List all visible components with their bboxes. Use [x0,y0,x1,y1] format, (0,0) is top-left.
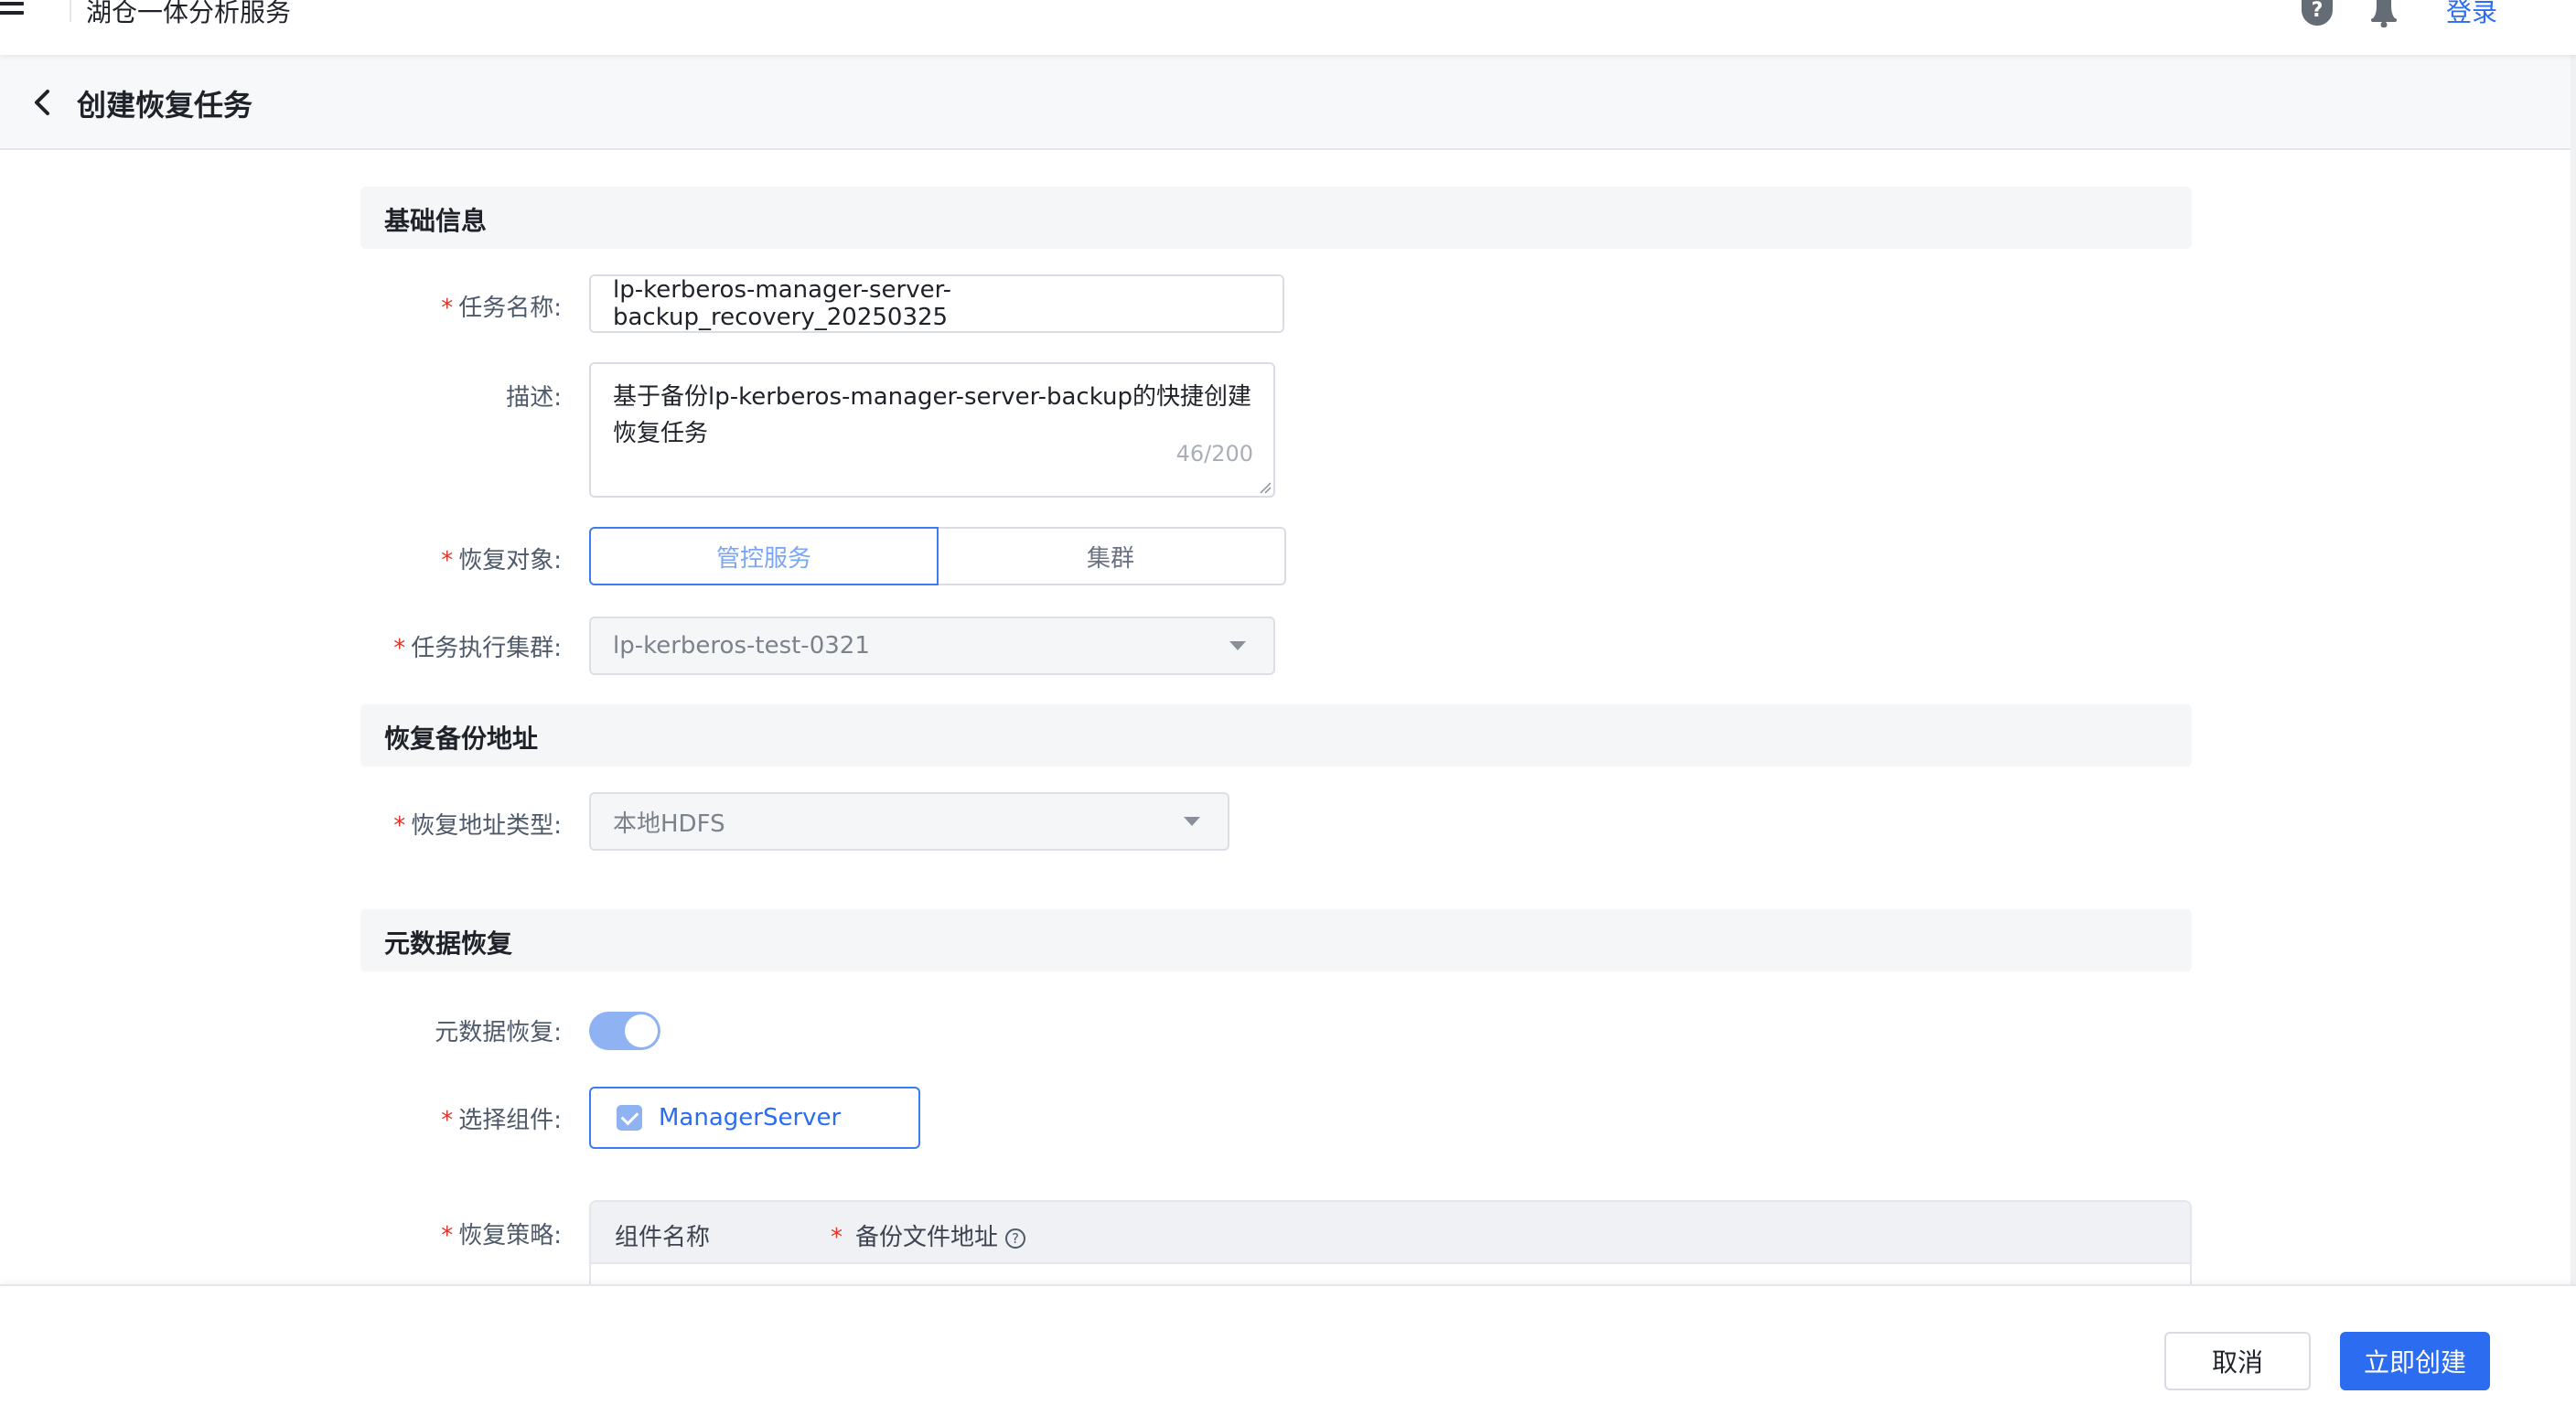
exec-cluster-label: *任务名称:任务执行集群: [393,635,562,662]
page-header: 创建恢复任务 [0,55,2576,150]
section-basic-info: 基础信息 [360,187,2192,249]
question-circle-icon[interactable]: ? [2302,0,2333,26]
hamburger-menu-icon[interactable] [0,2,24,24]
resize-grip-icon[interactable] [1259,481,1272,494]
page-title: 创建恢复任务 [77,88,253,123]
restore-target-label: * 恢复对象: [441,547,562,574]
divider [70,0,71,22]
restore-target-option-manage[interactable]: 管控服务 [589,527,939,585]
section-restore-address: 恢复备份地址 [360,704,2192,767]
metadata-restore-label: 元数据恢复: [435,1019,562,1046]
chevron-left-icon[interactable] [29,88,57,117]
caret-down-icon [1184,817,1200,826]
components-label: * 选择组件: [441,1107,562,1134]
column-header-backup-path: * 备份文件地址? [831,1218,1026,1252]
cancel-button[interactable]: 取消 [2164,1332,2311,1390]
login-link[interactable]: 登录 [2446,0,2497,29]
description-label: 描述: [506,384,562,412]
task-name-label: * 任务名称: [441,295,562,322]
strategy-label: * 恢复策略: [441,1222,562,1249]
column-header-component: 组件名称 [615,1224,711,1251]
task-name-value: lp-kerberos-manager-server-backup_recove… [613,276,951,331]
required-mark: * [441,295,454,322]
toggle-knob [625,1014,658,1047]
address-type-label: * 恢复地址类型: [393,812,562,840]
top-navbar: 湖仓一体分析服务 ? 登录 [0,0,2576,55]
exec-cluster-value: lp-kerberos-test-0321 [613,632,870,660]
address-type-select[interactable]: 本地HDFS [589,792,1229,851]
section-title: 元数据恢复 [384,928,513,959]
component-option-label: ManagerServer [659,1104,842,1132]
section-title: 基础信息 [384,206,488,236]
restore-target-option-cluster[interactable]: 集群 [937,527,1286,585]
metadata-restore-toggle[interactable] [589,1012,660,1050]
exec-cluster-select[interactable]: lp-kerberos-test-0321 [589,617,1275,675]
create-now-button[interactable]: 立即创建 [2340,1332,2490,1390]
scrollbar-track[interactable] [2571,55,2576,1284]
footer-actions: 取消 立即创建 [0,1284,2576,1405]
caret-down-icon [1229,641,1246,650]
checkbox-checked-icon[interactable] [617,1105,642,1131]
component-option-managerserver[interactable]: ManagerServer [589,1087,920,1149]
bell-icon[interactable] [2369,0,2399,28]
task-name-input[interactable]: lp-kerberos-manager-server-backup_recove… [589,274,1284,333]
description-textarea[interactable]: 基于备份lp-kerberos-manager-server-backup的快捷… [589,362,1275,498]
table-header: 组件名称 * 备份文件地址? [591,1202,2190,1264]
section-title: 恢复备份地址 [384,724,539,754]
question-circle-icon[interactable]: ? [1005,1228,1026,1249]
section-metadata-restore: 元数据恢复 [360,909,2192,971]
address-type-value: 本地HDFS [613,810,725,838]
app-title: 湖仓一体分析服务 [86,0,292,27]
description-value: 基于备份lp-kerberos-manager-server-backup的快捷… [613,383,1251,447]
char-counter: 46/200 [1175,441,1253,467]
